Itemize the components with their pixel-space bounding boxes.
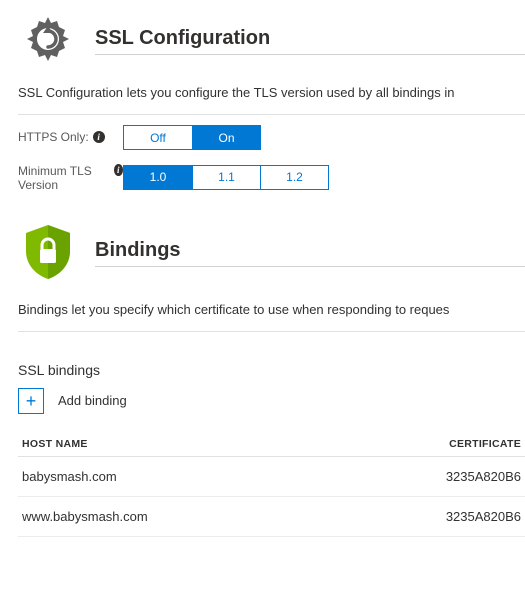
gear-icon bbox=[23, 14, 73, 67]
info-icon[interactable]: i bbox=[114, 164, 123, 176]
info-icon[interactable]: i bbox=[93, 131, 105, 143]
ssl-config-description: SSL Configuration lets you configure the… bbox=[18, 85, 525, 100]
ssl-config-title: SSL Configuration bbox=[95, 27, 525, 50]
table-row[interactable]: www.babysmash.com 3235A820B6 bbox=[18, 497, 525, 537]
min-tls-label: Minimum TLS Version i bbox=[18, 162, 123, 193]
shield-lock-icon bbox=[22, 223, 74, 284]
bindings-description: Bindings let you specify which certifica… bbox=[18, 302, 525, 317]
ssl-config-header: SSL Configuration bbox=[18, 14, 525, 67]
ssl-bindings-heading: SSL bindings bbox=[18, 362, 525, 378]
plus-icon: + bbox=[26, 392, 37, 410]
bindings-title: Bindings bbox=[95, 239, 525, 262]
min-tls-toggle: 1.0 1.1 1.2 bbox=[123, 165, 329, 190]
min-tls-option-1-1[interactable]: 1.1 bbox=[192, 166, 260, 189]
https-only-toggle: Off On bbox=[123, 125, 261, 150]
cell-host: babysmash.com bbox=[22, 469, 446, 484]
add-binding-row: + Add binding bbox=[18, 388, 525, 414]
col-header-host[interactable]: HOST NAME bbox=[22, 438, 449, 450]
cell-cert: 3235A820B6 bbox=[446, 469, 521, 484]
min-tls-row: Minimum TLS Version i 1.0 1.1 1.2 bbox=[18, 162, 525, 193]
table-row[interactable]: babysmash.com 3235A820B6 bbox=[18, 457, 525, 497]
https-only-row: HTTPS Only: i Off On bbox=[18, 125, 525, 150]
https-only-label: HTTPS Only: i bbox=[18, 130, 123, 144]
min-tls-option-1-0[interactable]: 1.0 bbox=[124, 166, 192, 189]
bindings-header: Bindings bbox=[18, 223, 525, 284]
ssl-bindings-table: HOST NAME CERTIFICATE babysmash.com 3235… bbox=[18, 432, 525, 537]
add-binding-button[interactable]: + bbox=[18, 388, 44, 414]
cell-host: www.babysmash.com bbox=[22, 509, 446, 524]
table-header: HOST NAME CERTIFICATE bbox=[18, 432, 525, 457]
add-binding-label[interactable]: Add binding bbox=[58, 393, 127, 408]
min-tls-option-1-2[interactable]: 1.2 bbox=[260, 166, 328, 189]
https-only-on[interactable]: On bbox=[192, 126, 260, 149]
divider bbox=[18, 114, 525, 115]
divider bbox=[95, 54, 525, 55]
col-header-cert[interactable]: CERTIFICATE bbox=[449, 438, 521, 450]
cell-cert: 3235A820B6 bbox=[446, 509, 521, 524]
divider bbox=[95, 266, 525, 267]
divider bbox=[18, 331, 525, 332]
https-only-off[interactable]: Off bbox=[124, 126, 192, 149]
